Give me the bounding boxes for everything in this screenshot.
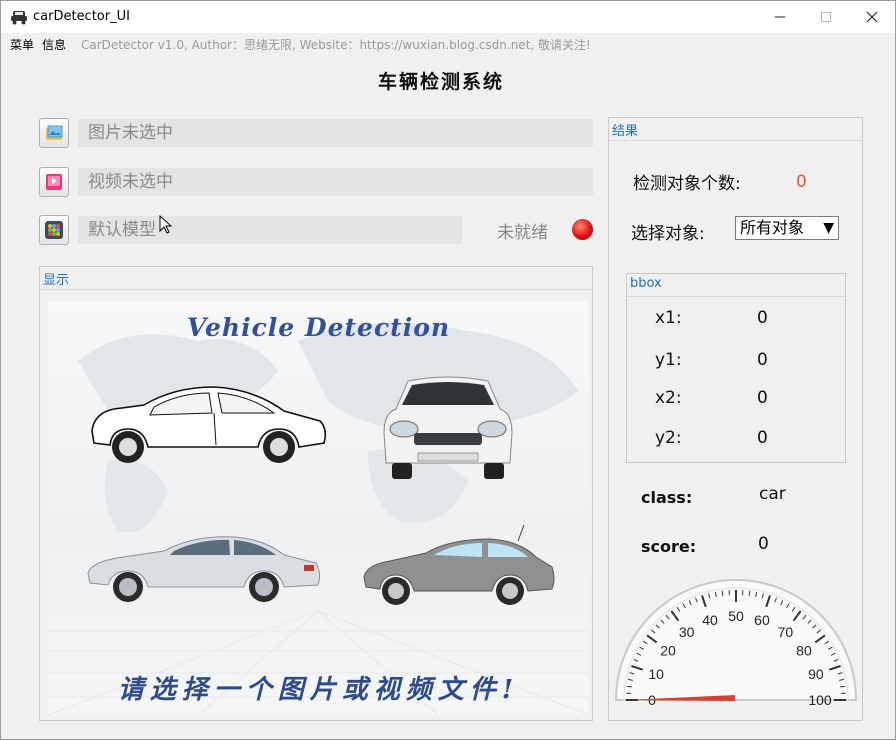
gauge-tick-label: 20 [660, 643, 676, 659]
app-window: carDetector_UI 菜单 信息 CarDetector v1.0, A… [0, 0, 896, 740]
maximize-button[interactable] [803, 1, 849, 33]
select-image-button[interactable] [39, 118, 69, 148]
object-count-label: 检测对象个数: [633, 174, 741, 194]
dropdown-arrow-icon: ▼ [823, 220, 834, 236]
gauge-tick-label: 80 [796, 643, 812, 659]
select-object-label: 选择对象: [631, 224, 705, 244]
object-select-dropdown[interactable]: 所有对象 ▼ [735, 216, 839, 240]
car-white-front-image [383, 376, 513, 479]
object-count-value: 0 [796, 172, 807, 192]
close-icon [866, 11, 878, 23]
gauge-tick-label: 100 [808, 692, 832, 706]
close-button[interactable] [849, 1, 895, 33]
menu-item-menu[interactable]: 菜单 [10, 36, 34, 53]
model-path-field: 默认模型 [78, 216, 462, 244]
car-grey-hatchback-image [363, 524, 555, 605]
gauge-minor-tick [840, 685, 846, 688]
status-indicator [572, 219, 593, 240]
title-bar[interactable]: carDetector_UI [1, 1, 895, 33]
gauge-tick-label: 90 [808, 666, 824, 682]
x2-value: 0 [757, 388, 768, 408]
x2-label: x2: [655, 388, 682, 408]
car-silver-coupe-image [87, 536, 321, 602]
menu-bar: 菜单 信息 CarDetector v1.0, Author：思绪无限, Web… [1, 33, 895, 53]
minimize-button[interactable] [757, 1, 803, 33]
score-label: score: [641, 537, 697, 556]
bbox-group-title: bbox [630, 276, 662, 291]
results-group-title: 结果 [612, 124, 639, 139]
window-title: carDetector_UI [33, 9, 130, 24]
y1-label: y1: [655, 350, 682, 370]
object-select-value: 所有对象 [740, 218, 805, 237]
vehicle-detection-banner: Vehicle Detection [186, 313, 451, 342]
x1-value: 0 [757, 308, 768, 328]
maximize-icon [821, 12, 831, 22]
y1-value: 0 [757, 350, 768, 370]
car-app-icon [11, 11, 27, 25]
group-divider [627, 296, 845, 297]
gauge-minor-tick [626, 685, 632, 688]
gauge-minor-tick [748, 590, 751, 596]
model-status-text: 未就绪 [497, 223, 548, 243]
class-value: car [759, 484, 786, 504]
gauge-tick-label: 70 [778, 624, 794, 640]
score-value: 0 [758, 534, 769, 554]
page-title: 车辆检测系统 [377, 71, 504, 93]
car-sketch-side-image [91, 386, 327, 463]
y2-label: y2: [655, 428, 682, 448]
gauge-tick-label: 60 [754, 612, 770, 628]
class-label: class: [641, 488, 693, 507]
video-path-field: 视频未选中 [78, 168, 593, 196]
model-grid-icon [45, 221, 63, 239]
gauge-tick-label: 50 [728, 608, 744, 624]
gauge-tick-label: 10 [648, 666, 664, 682]
image-file-icon [46, 125, 63, 140]
group-divider [40, 289, 592, 290]
display-image-area: Vehicle Detection 请选择一个图片或视频文件! [48, 301, 589, 715]
select-model-button[interactable] [39, 215, 69, 245]
image-path-field: 图片未选中 [78, 119, 593, 147]
group-divider [609, 140, 862, 141]
x1-label: x1: [655, 308, 682, 328]
select-video-button[interactable] [39, 167, 69, 197]
author-info-text: CarDetector v1.0, Author：思绪无限, Website：h… [81, 38, 591, 52]
select-file-prompt: 请选择一个图片或视频文件! [117, 675, 520, 705]
mouse-cursor-icon [159, 215, 173, 234]
y2-value: 0 [757, 428, 768, 448]
video-file-icon [46, 174, 62, 190]
gauge-tick-label: 30 [679, 624, 695, 640]
menu-item-info[interactable]: 信息 [42, 36, 66, 53]
gauge-tick-label: 40 [702, 612, 718, 628]
score-gauge: 0102030405060708090100 [614, 579, 858, 706]
world-map-background [48, 323, 589, 715]
gauge-minor-tick [721, 590, 724, 596]
display-group-title: 显示 [43, 273, 70, 288]
minimize-icon [775, 16, 785, 18]
